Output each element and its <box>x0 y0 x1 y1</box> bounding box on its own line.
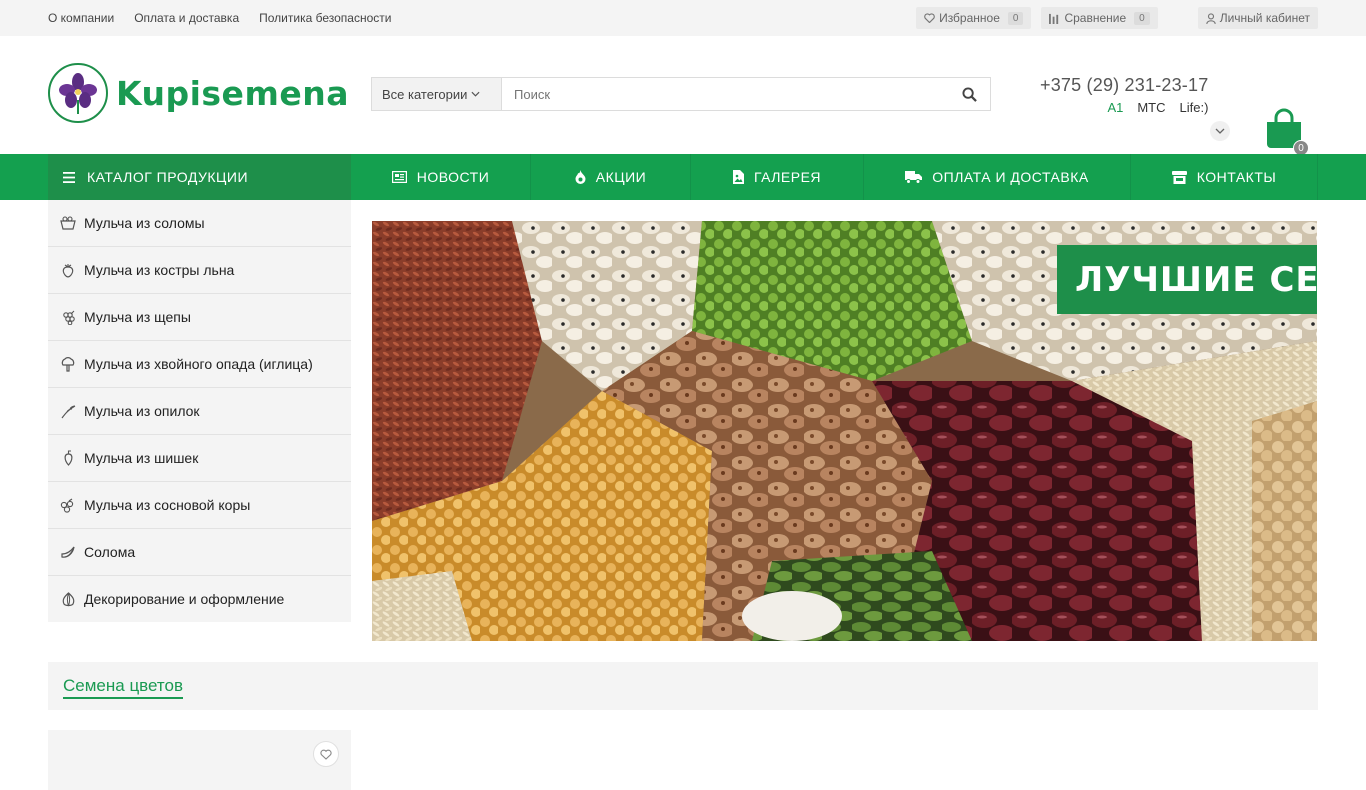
search-input[interactable] <box>502 78 948 110</box>
nav-item-contacts-label: КОНТАКТЫ <box>1196 169 1277 185</box>
banner-headline: ЛУЧШИЕ СЕМЕНА <box>1057 245 1317 314</box>
nav-item-news[interactable]: НОВОСТИ <box>351 154 531 200</box>
top-links: О компании Оплата и доставка Политика бе… <box>48 0 391 36</box>
user-icon <box>1205 12 1216 24</box>
store-icon <box>1171 170 1187 184</box>
sidebar-item-bark-mulch[interactable]: Мульча из сосновой коры <box>48 482 351 529</box>
sidebar-item-label: Мульча из щепы <box>84 309 191 325</box>
category-select[interactable]: Все категории <box>372 78 502 110</box>
account-button[interactable]: Личный кабинет <box>1197 7 1318 29</box>
logo-emblem <box>48 63 108 123</box>
sidebar-item-decoration[interactable]: Декорирование и оформление <box>48 576 351 622</box>
category-select-label: Все категории <box>382 86 468 102</box>
sidebar-item-pine-needle-mulch[interactable]: Мульча из хвойного опада (иглица) <box>48 341 351 388</box>
sidebar-item-straw[interactable]: Солома <box>48 529 351 576</box>
favorites-button[interactable]: Избранное 0 <box>916 7 1032 29</box>
nav-item-news-label: НОВОСТИ <box>416 169 490 185</box>
main-nav: КАТАЛОГ ПРОДУКЦИИ НОВОСТИ АКЦИИ ГАЛЕРЕЯ … <box>0 154 1366 200</box>
onion-icon <box>60 591 76 607</box>
sidebar-item-flax-mulch[interactable]: Мульча из костры льна <box>48 247 351 294</box>
sidebar-item-label: Мульча из шишек <box>84 450 199 466</box>
nav-item-payment-delivery[interactable]: ОПЛАТА И ДОСТАВКА <box>864 154 1131 200</box>
operators: A1 МТС Life:) <box>1040 100 1208 115</box>
link-payment-delivery[interactable]: Оплата и доставка <box>134 11 239 25</box>
search-icon <box>961 86 977 102</box>
phone-block: +375 (29) 231-23-17 A1 МТС Life:) <box>1040 75 1208 115</box>
sidebar-item-label: Мульча из костры льна <box>84 262 235 278</box>
phone-number[interactable]: +375 (29) 231-23-17 <box>1040 75 1208 96</box>
nav-item-promotions-label: АКЦИИ <box>595 169 647 185</box>
chevron-down-icon <box>1215 128 1225 134</box>
section-tab-flower-seeds[interactable]: Семена цветов <box>63 676 183 699</box>
hero-banner[interactable]: ЛУЧШИЕ СЕМЕНА <box>372 221 1317 641</box>
nav-item-contacts[interactable]: КОНТАКТЫ <box>1131 154 1318 200</box>
catalog-sidebar: Мульча из соломы Мульча из костры льна М… <box>48 200 351 622</box>
link-privacy-policy[interactable]: Политика безопасности <box>259 11 391 25</box>
operator-mts: МТС <box>1137 100 1166 115</box>
basket-icon <box>60 215 76 231</box>
sidebar-item-chips-mulch[interactable]: Мульча из щепы <box>48 294 351 341</box>
sidebar-item-label: Мульча из хвойного опада (иглица) <box>84 356 313 372</box>
truck-icon <box>905 170 923 184</box>
sidebar-item-straw-mulch[interactable]: Мульча из соломы <box>48 200 351 247</box>
link-about[interactable]: О компании <box>48 11 114 25</box>
broccoli-icon <box>60 356 76 372</box>
top-right-actions: Избранное 0 Сравнение 0 Личный кабинет <box>916 7 1318 29</box>
sidebar-item-sawdust-mulch[interactable]: Мульча из опилок <box>48 388 351 435</box>
sidebar-item-cone-mulch[interactable]: Мульча из шишек <box>48 435 351 482</box>
logo-text: Kupisemena <box>116 73 349 113</box>
header: Kupisemena Все категории +375 (29) 231-2… <box>0 36 1366 156</box>
catalog-button[interactable]: КАТАЛОГ ПРОДУКЦИИ <box>48 154 351 200</box>
heart-icon <box>320 749 332 760</box>
section-header: Семена цветов <box>48 662 1318 710</box>
operator-a1: A1 <box>1107 100 1124 115</box>
cart-button[interactable]: 0 <box>1266 108 1309 156</box>
nav-item-promotions[interactable]: АКЦИИ <box>531 154 691 200</box>
search-button[interactable] <box>948 78 990 110</box>
fire-icon <box>575 170 586 184</box>
compare-label: Сравнение <box>1064 11 1127 25</box>
favorites-label: Избранное <box>939 11 1000 25</box>
grapes-icon <box>60 309 76 325</box>
compare-count: 0 <box>1134 11 1150 25</box>
product-card[interactable] <box>48 730 351 790</box>
phone-dropdown-toggle[interactable] <box>1210 121 1230 141</box>
search-bar: Все категории <box>371 77 991 111</box>
branch-icon <box>60 403 76 419</box>
add-to-favorites-button[interactable] <box>313 741 339 767</box>
nav-items: НОВОСТИ АКЦИИ ГАЛЕРЕЯ ОПЛАТА И ДОСТАВКА … <box>351 154 1318 200</box>
hamburger-icon <box>63 171 75 183</box>
catalog-label: КАТАЛОГ ПРОДУКЦИИ <box>87 169 249 185</box>
berries-icon <box>60 497 76 513</box>
flower-logo-icon <box>59 73 97 114</box>
sidebar-item-label: Солома <box>84 544 136 560</box>
chevron-down-icon <box>471 91 480 97</box>
compare-button[interactable]: Сравнение 0 <box>1041 7 1158 29</box>
strawberry-icon <box>60 262 76 278</box>
sidebar-item-label: Мульча из соломы <box>84 215 205 231</box>
nav-item-payment-delivery-label: ОПЛАТА И ДОСТАВКА <box>932 169 1089 185</box>
account-label: Личный кабинет <box>1219 11 1310 25</box>
heart-icon <box>924 13 935 23</box>
image-file-icon <box>732 170 744 184</box>
top-bar: О компании Оплата и доставка Политика бе… <box>0 0 1366 36</box>
favorites-count: 0 <box>1007 11 1024 25</box>
nav-item-gallery-label: ГАЛЕРЕЯ <box>753 169 822 185</box>
banana-icon <box>60 544 76 560</box>
pepper-icon <box>60 450 76 466</box>
sidebar-item-label: Мульча из опилок <box>84 403 200 419</box>
site-logo[interactable]: Kupisemena <box>48 63 349 123</box>
sidebar-item-label: Мульча из сосновой коры <box>84 497 251 513</box>
nav-item-gallery[interactable]: ГАЛЕРЕЯ <box>691 154 864 200</box>
newspaper-icon <box>391 171 407 183</box>
operator-life: Life:) <box>1179 100 1209 115</box>
sidebar-item-label: Декорирование и оформление <box>84 591 285 607</box>
bar-chart-icon <box>1049 13 1059 24</box>
